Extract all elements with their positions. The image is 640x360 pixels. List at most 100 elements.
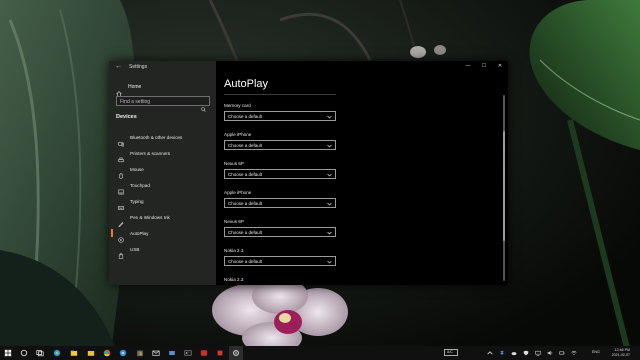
browser-icon[interactable] xyxy=(119,349,127,357)
minimize-button[interactable]: — xyxy=(460,61,476,71)
settings-window: ← Settings Home Devices Bluetooth & othe… xyxy=(109,61,508,285)
search-box[interactable] xyxy=(116,96,210,112)
app-icon[interactable] xyxy=(168,349,176,357)
settings-content: — ☐ ✕ AutoPlay Memory card Choose a defa… xyxy=(216,61,508,285)
autoplay-default-select[interactable]: Choose a default xyxy=(224,256,336,266)
edge-browser-icon[interactable] xyxy=(53,349,61,357)
taskbar-clock[interactable]: 12:46 PM 2021-02-07 xyxy=(602,348,630,358)
search-icon[interactable] xyxy=(201,99,206,112)
autoplay-option: Apple iPhone Choose a default xyxy=(224,189,336,208)
select-value: Choose a default xyxy=(228,113,263,119)
device-label: Apple iPhone xyxy=(224,132,252,137)
device-label: Memory card xyxy=(224,103,251,108)
sidebar-item-label: Mouse xyxy=(130,166,144,172)
sidebar-item-label: USB xyxy=(130,246,140,252)
volume-icon[interactable] xyxy=(547,350,553,356)
chevron-down-icon xyxy=(327,260,332,263)
select-value: Choose a default xyxy=(228,171,263,177)
device-label: Nokia 2.3 xyxy=(224,248,244,253)
start-windows-icon[interactable] xyxy=(4,349,12,357)
input-language[interactable]: ENG xyxy=(592,350,600,354)
sidebar-item-usb[interactable]: USB xyxy=(109,241,216,259)
sidebar-item-bluetooth[interactable]: Bluetooth & other devices xyxy=(109,129,216,147)
network-icon[interactable] xyxy=(535,350,541,356)
autoplay-option: Nokia 2.3 Choose a default xyxy=(224,247,336,266)
task-view-icon[interactable] xyxy=(36,349,44,357)
select-value: Choose a default xyxy=(228,258,263,264)
select-value: Choose a default xyxy=(228,200,263,206)
folder-icon[interactable] xyxy=(87,349,95,357)
search-input[interactable] xyxy=(120,98,200,105)
page-title: AutoPlay xyxy=(224,78,269,90)
autoplay-default-select[interactable]: Choose a default xyxy=(224,111,336,121)
file-explorer-icon[interactable] xyxy=(70,349,78,357)
touchpad-icon xyxy=(118,182,124,195)
chevron-down-icon xyxy=(327,144,332,147)
home-label: Home xyxy=(128,83,142,90)
sidebar-item-home[interactable]: Home xyxy=(116,82,211,97)
autoplay-icon xyxy=(118,230,124,243)
settings-sidebar: ← Settings Home Devices Bluetooth & othe… xyxy=(109,61,216,285)
chevron-up-icon[interactable] xyxy=(487,350,493,356)
battery-icon[interactable] xyxy=(559,350,565,356)
action-center-button[interactable]: A/C xyxy=(444,349,458,356)
settings-gear-icon[interactable] xyxy=(232,349,240,357)
sidebar-item-label: AutoPlay xyxy=(130,230,149,236)
clock-date: 2021-02-07 xyxy=(611,353,630,357)
red-app-icon[interactable] xyxy=(216,349,224,357)
autoplay-option: Nexus 6P Choose a default xyxy=(224,218,336,237)
search-icon[interactable] xyxy=(20,349,28,357)
printer-icon xyxy=(118,150,124,163)
wifi-icon[interactable] xyxy=(571,350,577,356)
window-controls: — ☐ ✕ xyxy=(460,61,508,71)
autoplay-option: Nokia 2.3 xyxy=(224,276,243,283)
cloud-icon[interactable] xyxy=(511,350,517,356)
sidebar-item-autoplay[interactable]: AutoPlay xyxy=(109,225,216,243)
sidebar-item-label: Pen & Windows Ink xyxy=(130,214,170,220)
store-icon[interactable] xyxy=(136,349,144,357)
device-label: Nexus 6P xyxy=(224,161,244,166)
sidebar-item-pen[interactable]: Pen & Windows Ink xyxy=(109,209,216,228)
autoplay-option: Nexus 6P Choose a default xyxy=(224,160,336,179)
bluetooth-icon xyxy=(118,134,124,147)
home-icon xyxy=(116,84,122,97)
device-label: Nexus 6P xyxy=(224,219,244,224)
scrollbar-thumb[interactable] xyxy=(503,131,505,241)
taskbar: A/C ENG 12:46 PM 2021-02-07 xyxy=(0,346,640,360)
sidebar-item-typing[interactable]: Typing xyxy=(109,193,216,210)
pen-icon xyxy=(118,214,124,228)
device-label: Apple iPhone xyxy=(224,190,252,195)
shield-icon[interactable] xyxy=(523,350,529,356)
device-label: Nokia 2.3 xyxy=(224,277,244,282)
autoplay-default-select[interactable]: Choose a default xyxy=(224,140,336,150)
section-heading: Devices xyxy=(116,114,137,120)
back-arrow-icon[interactable]: ← xyxy=(115,63,122,71)
sidebar-item-label: Typing xyxy=(130,198,144,204)
action-center-label: A/C xyxy=(447,350,453,354)
dropbox-icon[interactable] xyxy=(499,350,505,356)
maximize-button[interactable]: ☐ xyxy=(476,61,492,71)
sidebar-item-printers[interactable]: Printers & scanners xyxy=(109,145,216,163)
chrome-icon[interactable] xyxy=(103,349,111,357)
autoplay-default-select[interactable]: Choose a default xyxy=(224,227,336,237)
sidebar-item-label: Printers & scanners xyxy=(130,150,171,156)
chevron-down-icon xyxy=(327,115,332,118)
keyboard-icon xyxy=(118,198,124,210)
media-app-icon[interactable] xyxy=(200,349,208,357)
chevron-down-icon xyxy=(327,173,332,176)
sidebar-item-mouse[interactable]: Mouse xyxy=(109,161,216,179)
title-divider xyxy=(224,94,336,95)
mouse-icon xyxy=(118,166,124,179)
autoplay-default-select[interactable]: Choose a default xyxy=(224,169,336,179)
autoplay-option: Memory card Choose a default xyxy=(224,102,336,121)
autoplay-default-select[interactable]: Choose a default xyxy=(224,198,336,208)
chevron-down-icon xyxy=(327,202,332,205)
sidebar-item-label: Bluetooth & other devices xyxy=(130,134,183,140)
window-titlebar[interactable]: ← Settings xyxy=(109,61,216,73)
sidebar-item-touchpad[interactable]: Touchpad xyxy=(109,177,216,195)
usb-icon xyxy=(118,246,124,259)
close-button[interactable]: ✕ xyxy=(492,61,508,71)
terminal-icon[interactable] xyxy=(184,349,192,357)
chevron-down-icon xyxy=(327,231,332,234)
mail-icon[interactable] xyxy=(152,349,160,357)
